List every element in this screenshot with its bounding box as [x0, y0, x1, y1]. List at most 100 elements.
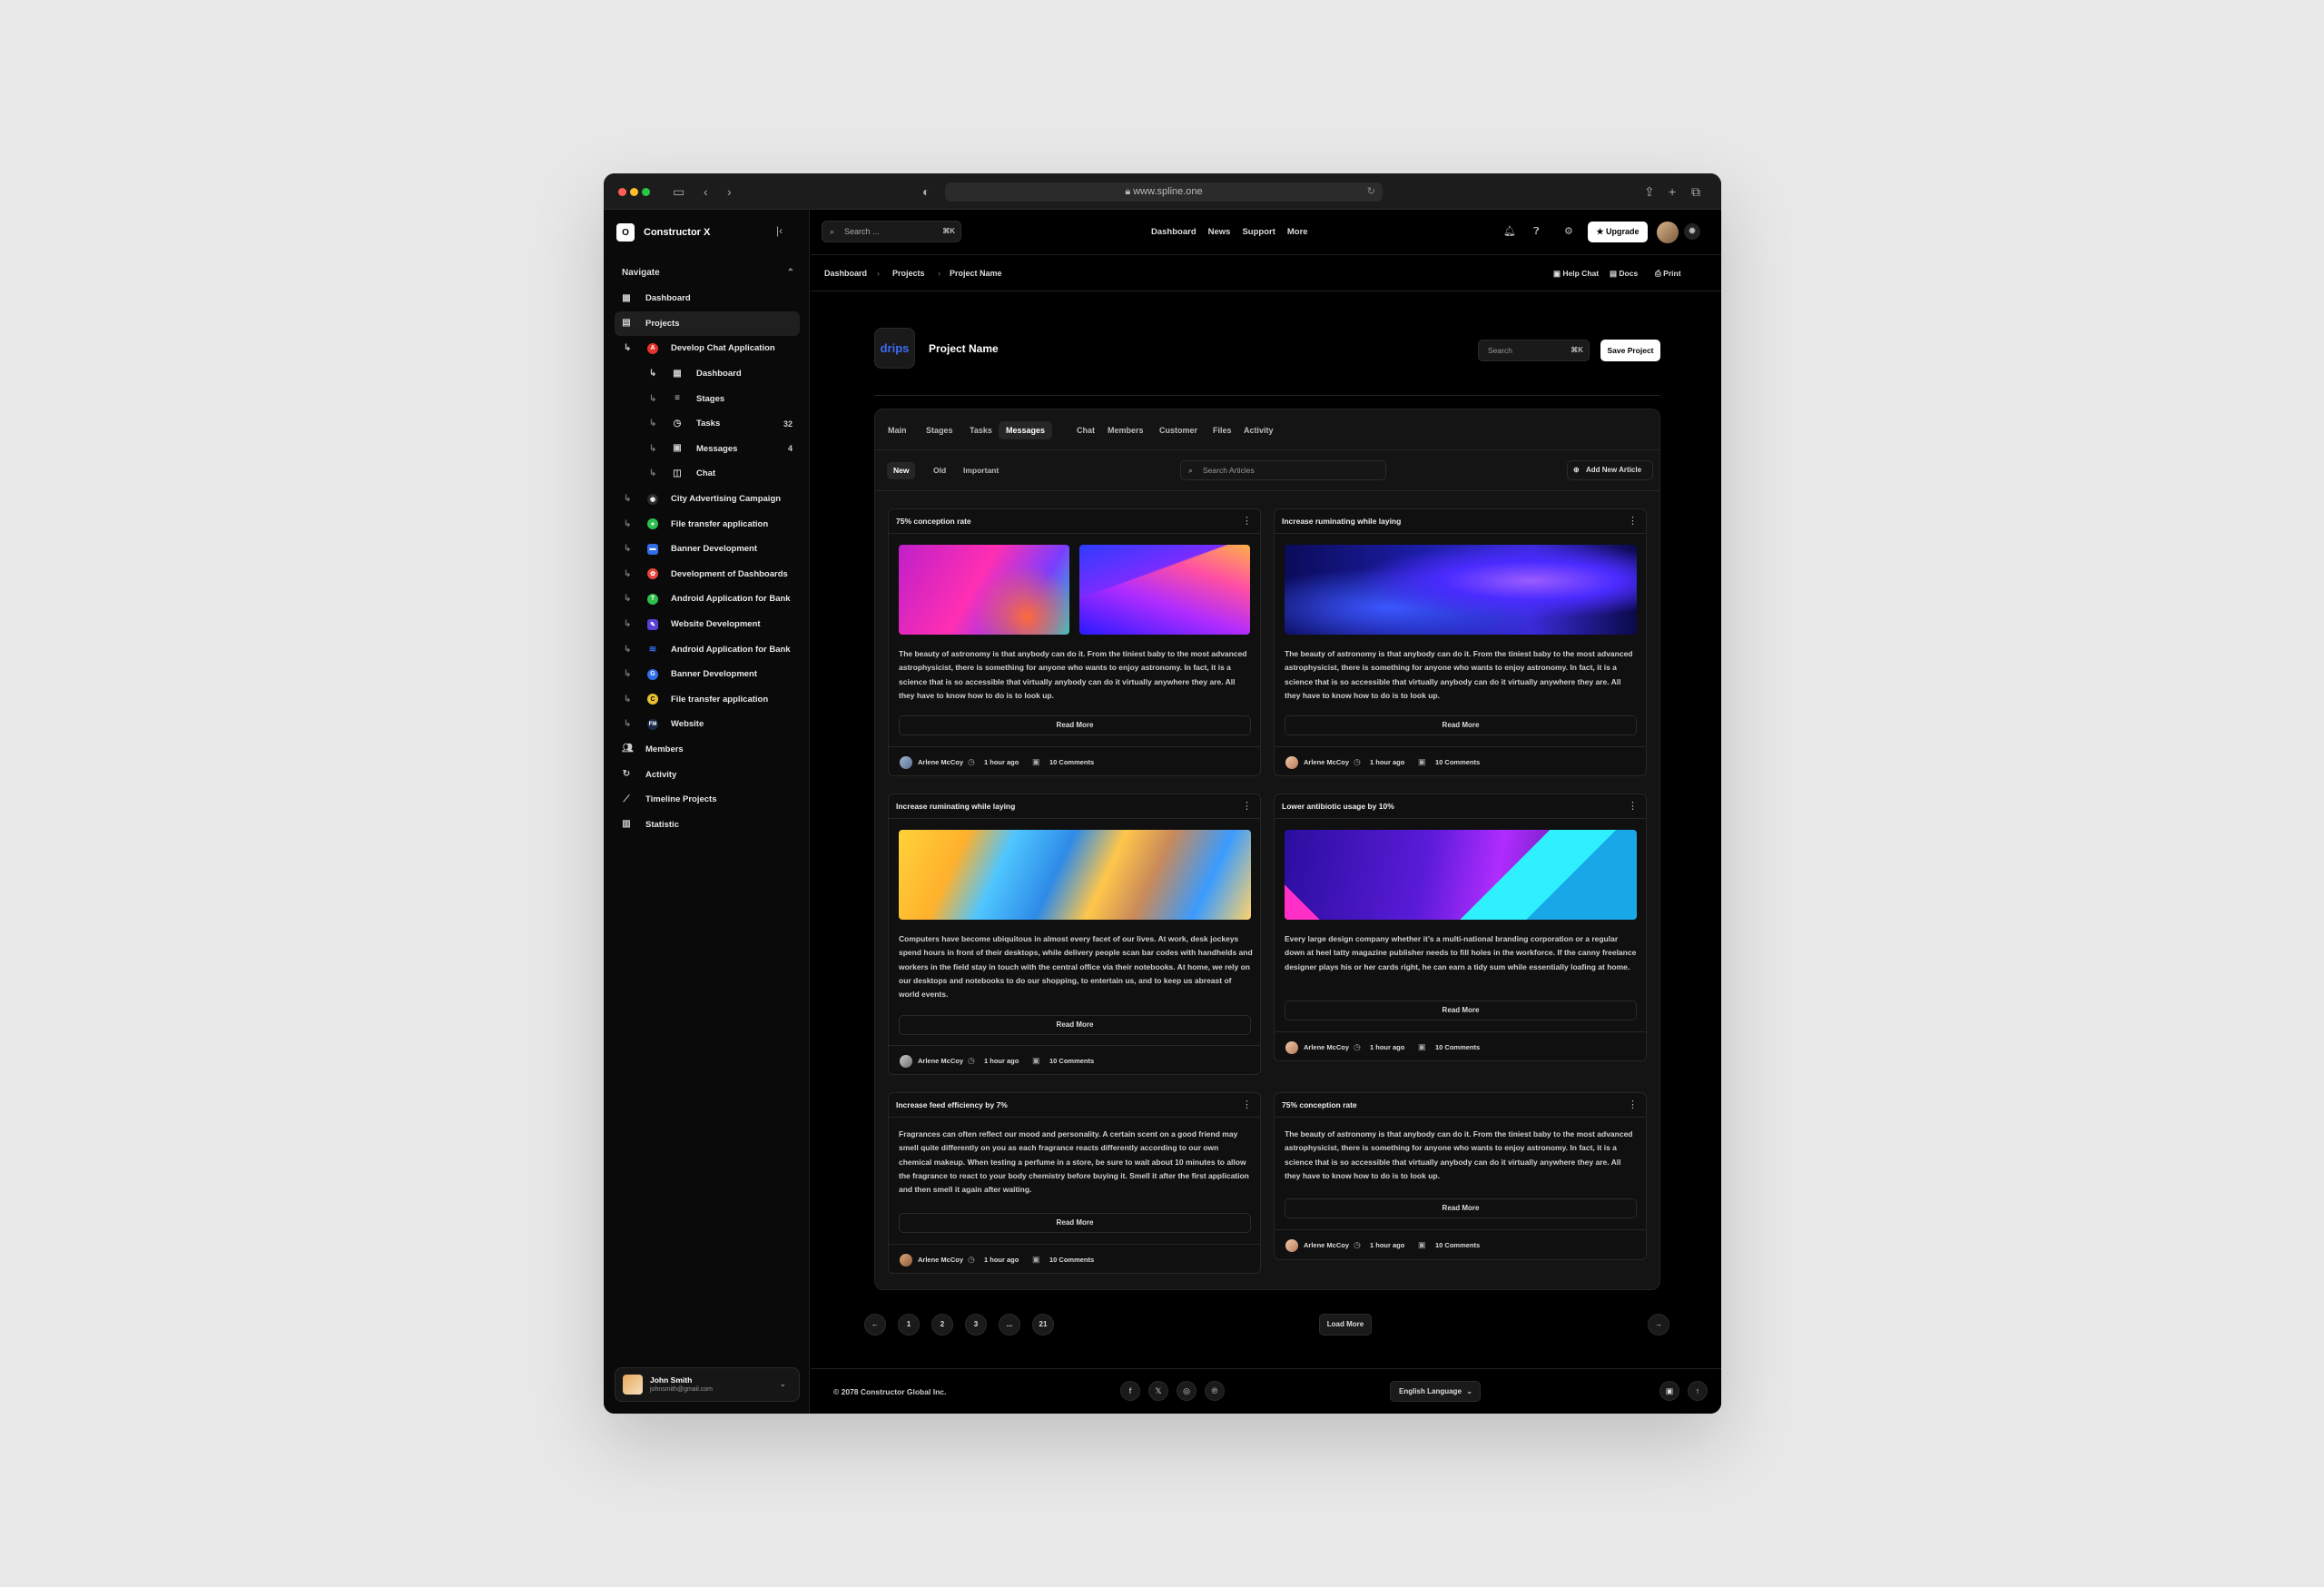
x-twitter-icon[interactable]: 𝕏: [1148, 1381, 1168, 1401]
sidebar-item-develop-chat-application[interactable]: ↳ A Develop Chat Application: [615, 336, 800, 361]
bell-icon[interactable]: 🔔︎: [1503, 226, 1516, 237]
sidebar-item-dashboard[interactable]: ▦ Dashboard: [615, 286, 800, 311]
tab-main[interactable]: Main: [881, 421, 914, 439]
reload-icon[interactable]: ↻: [1367, 182, 1375, 202]
sidebar-item-projects[interactable]: ▤ Projects: [615, 310, 800, 337]
brand[interactable]: O Constructor X: [616, 222, 710, 242]
more-vertical-icon[interactable]: ⋮: [1628, 1099, 1638, 1110]
tab-members[interactable]: Members: [1100, 421, 1151, 439]
address-bar[interactable]: 🔒︎ www.spline.one ↻: [945, 182, 1383, 202]
tab-stages[interactable]: Stages: [919, 421, 960, 439]
save-project-button[interactable]: Save Project: [1600, 340, 1660, 361]
filter-new[interactable]: New: [887, 462, 916, 479]
page-21-button[interactable]: 21: [1032, 1314, 1054, 1336]
user-menu[interactable]: John Smith johnsmith@gmail.com ⌄: [615, 1367, 800, 1402]
sidebar-item-activity[interactable]: ↻ Activity: [615, 762, 800, 787]
maximize-window-button[interactable]: [642, 188, 650, 196]
arrow-up-icon[interactable]: ↑: [1688, 1381, 1708, 1401]
filter-old[interactable]: Old: [927, 462, 952, 479]
forward-icon[interactable]: ›: [727, 184, 732, 199]
page-3-button[interactable]: 3: [965, 1314, 987, 1336]
comments-count[interactable]: 10 Comments: [1049, 758, 1094, 766]
sidebar-item-file-transfer-2[interactable]: ↳ C File transfer application: [615, 687, 800, 713]
read-more-button[interactable]: Read More: [1285, 715, 1637, 735]
share-icon[interactable]: ⇪: [1644, 184, 1655, 199]
sidebar-item-banner-development-2[interactable]: ↳ G Banner Development: [615, 662, 800, 687]
tab-customer[interactable]: Customer: [1152, 421, 1205, 439]
settings-circle-icon[interactable]: ✹: [1684, 223, 1700, 240]
article-search-input[interactable]: ⌕ Search Articles: [1180, 460, 1386, 480]
project-search-input[interactable]: Search ⌘K: [1478, 340, 1590, 361]
topnav-news[interactable]: News: [1208, 227, 1231, 237]
sidebar-item-members[interactable]: 👥︎ Members: [615, 737, 800, 763]
sidebar-item-website[interactable]: ↳ FM Website: [615, 712, 800, 737]
comments-count[interactable]: 10 Comments: [1049, 1256, 1094, 1264]
tab-activity[interactable]: Activity: [1236, 421, 1281, 439]
print-button[interactable]: ⎙ Print: [1655, 269, 1681, 279]
read-more-button[interactable]: Read More: [1285, 1198, 1637, 1218]
comments-count[interactable]: 10 Comments: [1049, 1057, 1094, 1065]
filter-important[interactable]: Important: [957, 462, 1005, 479]
pinterest-icon[interactable]: ℗: [1205, 1381, 1225, 1401]
more-vertical-icon[interactable]: ⋮: [1242, 515, 1252, 527]
read-more-button[interactable]: Read More: [899, 715, 1251, 735]
more-vertical-icon[interactable]: ⋮: [1242, 1099, 1252, 1110]
sidebar-subitem-chat[interactable]: ↳ ◫ Chat: [615, 461, 800, 487]
load-more-button[interactable]: Load More: [1319, 1314, 1372, 1336]
topnav-support[interactable]: Support: [1242, 227, 1275, 237]
sidebar-item-development-dashboards[interactable]: ↳ ✿ Development of Dashboards: [615, 562, 800, 587]
global-search-input[interactable]: ⌕ Search ... ⌘K: [822, 221, 961, 242]
comments-count[interactable]: 10 Comments: [1435, 1241, 1480, 1249]
add-article-button[interactable]: ⊕ Add New Article: [1567, 460, 1653, 480]
sidebar-subitem-stages[interactable]: ↳ ≡ Stages: [615, 386, 800, 411]
docs-button[interactable]: ▤ Docs: [1610, 269, 1638, 279]
sidebar-item-statistic[interactable]: ▥ Statistic: [615, 812, 800, 837]
back-icon[interactable]: ‹: [704, 184, 708, 199]
read-more-button[interactable]: Read More: [1285, 1000, 1637, 1020]
sidebar-item-banner-development[interactable]: ↳ ▬ Banner Development: [615, 537, 800, 562]
page-1-button[interactable]: 1: [898, 1314, 920, 1336]
tab-tasks[interactable]: Tasks: [962, 421, 1000, 439]
sidebar-item-timeline-projects[interactable]: ⟋ Timeline Projects: [615, 787, 800, 813]
sidebar-subitem-tasks[interactable]: ↳ ◷ Tasks 32: [615, 411, 800, 437]
tab-messages[interactable]: Messages: [999, 421, 1053, 439]
chat-icon[interactable]: ▣: [1659, 1381, 1679, 1401]
breadcrumb-projects[interactable]: Projects: [892, 269, 925, 278]
sidebar-toggle-icon[interactable]: ▭: [673, 184, 684, 199]
nav-section-header[interactable]: Navigate ⌃: [622, 268, 794, 278]
language-select[interactable]: English Language ⌄: [1390, 1381, 1481, 1402]
read-more-button[interactable]: Read More: [899, 1015, 1251, 1035]
next-page-button[interactable]: →: [1648, 1314, 1669, 1336]
sidebar-subitem-dashboard[interactable]: ↳ ▦ Dashboard: [615, 361, 800, 387]
new-tab-icon[interactable]: +: [1669, 184, 1676, 199]
minimize-window-button[interactable]: [630, 188, 638, 196]
read-more-button[interactable]: Read More: [899, 1213, 1251, 1233]
tab-files[interactable]: Files: [1206, 421, 1239, 439]
more-vertical-icon[interactable]: ⋮: [1628, 800, 1638, 812]
collapse-sidebar-icon[interactable]: |‹: [776, 224, 783, 237]
upgrade-button[interactable]: ★ Upgrade: [1588, 222, 1648, 242]
avatar[interactable]: [1657, 222, 1679, 243]
help-chat-button[interactable]: ▣ Help Chat: [1553, 269, 1599, 279]
sidebar-item-android-bank[interactable]: ↳ T Android Application for Bank: [615, 586, 800, 612]
more-vertical-icon[interactable]: ⋮: [1242, 800, 1252, 812]
comments-count[interactable]: 10 Comments: [1435, 1043, 1480, 1051]
comments-count[interactable]: 10 Comments: [1435, 758, 1480, 766]
topnav-more[interactable]: More: [1287, 227, 1308, 237]
sidebar-subitem-messages[interactable]: ↳ ▣ Messages 4: [615, 437, 800, 462]
tab-chat[interactable]: Chat: [1069, 421, 1102, 439]
prev-page-button[interactable]: ←: [864, 1314, 886, 1336]
topnav-dashboard[interactable]: Dashboard: [1151, 227, 1196, 237]
breadcrumb-dashboard[interactable]: Dashboard: [824, 269, 867, 278]
help-icon[interactable]: ❓︎: [1533, 226, 1540, 237]
sidebar-item-website-development[interactable]: ↳ ✎ Website Development: [615, 612, 800, 637]
sidebar-item-file-transfer[interactable]: ↳ ● File transfer application: [615, 511, 800, 537]
sidebar-item-city-advertising[interactable]: ↳ ◉ City Advertising Campaign: [615, 487, 800, 512]
gear-icon[interactable]: ⚙: [1564, 226, 1573, 237]
instagram-icon[interactable]: ◎: [1177, 1381, 1196, 1401]
shield-icon[interactable]: ◐: [922, 184, 930, 199]
facebook-icon[interactable]: f: [1120, 1381, 1140, 1401]
sidebar-item-android-bank-2[interactable]: ↳ ≋ Android Application for Bank: [615, 636, 800, 662]
close-window-button[interactable]: [618, 188, 626, 196]
page-2-button[interactable]: 2: [931, 1314, 953, 1336]
